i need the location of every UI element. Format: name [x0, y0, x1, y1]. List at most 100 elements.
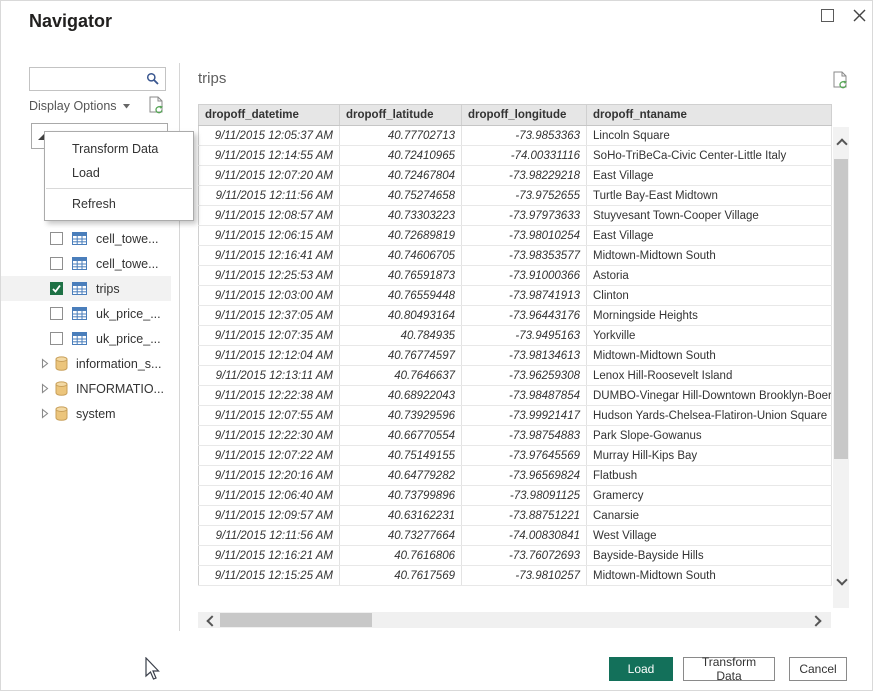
table-icon	[72, 232, 87, 245]
cell-dropoff_datetime: 9/11/2015 12:16:41 AM	[199, 246, 340, 266]
horizontal-scrollbar-thumb[interactable]	[220, 613, 372, 627]
sidebar-item-uk-price-[interactable]: uk_price_...	[1, 326, 171, 351]
cell-dropoff_ntaname: Flatbush	[587, 466, 832, 486]
table-icon	[72, 257, 87, 270]
tree-item-label: cell_towe...	[96, 232, 159, 246]
cell-dropoff_latitude: 40.75149155	[340, 446, 462, 466]
cell-dropoff_latitude: 40.7616806	[340, 546, 462, 566]
sidebar-item-trips[interactable]: trips	[1, 276, 171, 301]
cell-dropoff_longitude: -73.9495163	[462, 326, 587, 346]
preview-table: dropoff_datetimedropoff_latitudedropoff_…	[198, 104, 832, 586]
table-row: 9/11/2015 12:05:37 AM40.77702713-73.9853…	[199, 126, 832, 146]
table-icon	[72, 282, 87, 295]
table-icon-wrap	[72, 232, 87, 245]
table-row: 9/11/2015 12:07:20 AM40.72467804-73.9822…	[199, 166, 832, 186]
checkbox-unchecked[interactable]	[50, 332, 63, 345]
cell-dropoff_ntaname: Park Slope-Gowanus	[587, 426, 832, 446]
close-button[interactable]	[847, 3, 871, 27]
document-refresh-icon	[832, 71, 849, 90]
cell-dropoff_ntaname: Hudson Yards-Chelsea-Flatiron-Union Squa…	[587, 406, 832, 426]
cell-dropoff_longitude: -73.96443176	[462, 306, 587, 326]
cell-dropoff_datetime: 9/11/2015 12:15:25 AM	[199, 566, 340, 586]
transform-data-button[interactable]: Transform Data	[683, 657, 775, 681]
table-row: 9/11/2015 12:07:55 AM40.73929596-73.9992…	[199, 406, 832, 426]
cell-dropoff_latitude: 40.73799896	[340, 486, 462, 506]
cell-dropoff_longitude: -73.9810257	[462, 566, 587, 586]
table-row: 9/11/2015 12:03:00 AM40.76559448-73.9874…	[199, 286, 832, 306]
menu-item-transform-data[interactable]: Transform Data	[45, 137, 193, 161]
refresh-list-button[interactable]	[148, 96, 165, 115]
cell-dropoff_longitude: -73.98353577	[462, 246, 587, 266]
table-row: 9/11/2015 12:09:57 AM40.63162231-73.8875…	[199, 506, 832, 526]
cell-dropoff_latitude: 40.77702713	[340, 126, 462, 146]
cell-dropoff_datetime: 9/11/2015 12:25:53 AM	[199, 266, 340, 286]
expander[interactable]	[41, 408, 49, 419]
cell-dropoff_latitude: 40.80493164	[340, 306, 462, 326]
cell-dropoff_ntaname: Bayside-Bayside Hills	[587, 546, 832, 566]
sidebar-item-information-s-[interactable]: information_s...	[1, 351, 171, 376]
preview-title: trips	[198, 70, 226, 87]
refresh-preview-button[interactable]	[832, 71, 849, 95]
cell-dropoff_ntaname: East Village	[587, 166, 832, 186]
cell-dropoff_longitude: -73.9853363	[462, 126, 587, 146]
cell-dropoff_latitude: 40.73277664	[340, 526, 462, 546]
cell-dropoff_ntaname: East Village	[587, 226, 832, 246]
cell-dropoff_ntaname: Lenox Hill-Roosevelt Island	[587, 366, 832, 386]
cell-dropoff_longitude: -73.98741913	[462, 286, 587, 306]
checkbox-checked[interactable]	[50, 282, 63, 295]
sidebar-item-cell-towe-[interactable]: cell_towe...	[1, 251, 171, 276]
horizontal-scrollbar[interactable]	[198, 612, 831, 628]
database-icon	[55, 406, 68, 421]
search-icon[interactable]	[146, 72, 165, 86]
table-header-row: dropoff_datetimedropoff_latitudedropoff_…	[199, 105, 832, 126]
close-icon	[853, 9, 866, 22]
cell-dropoff_ntaname: Turtle Bay-East Midtown	[587, 186, 832, 206]
sidebar-item-uk-price-[interactable]: uk_price_...	[1, 301, 171, 326]
scroll-left-icon[interactable]	[207, 616, 215, 624]
cell-dropoff_ntaname: Canarsie	[587, 506, 832, 526]
column-header-dropoff_ntaname: dropoff_ntaname	[587, 105, 832, 126]
display-options-label: Display Options	[29, 99, 117, 113]
sidebar-item-informatio-[interactable]: INFORMATIO...	[1, 376, 171, 401]
expander[interactable]	[41, 383, 49, 394]
tree-item-label: uk_price_...	[96, 332, 161, 346]
load-button[interactable]: Load	[609, 657, 673, 681]
tree-item-label: system	[76, 407, 116, 421]
vertical-scrollbar-thumb[interactable]	[834, 159, 848, 459]
display-options-dropdown[interactable]: Display Options	[29, 99, 131, 113]
table-icon-wrap	[72, 257, 87, 270]
chevron-down-icon	[123, 104, 131, 109]
check-icon	[51, 283, 62, 294]
search-input[interactable]	[30, 72, 146, 86]
cell-dropoff_datetime: 9/11/2015 12:20:16 AM	[199, 466, 340, 486]
cell-dropoff_latitude: 40.64779282	[340, 466, 462, 486]
sidebar-item-system[interactable]: system	[1, 401, 171, 426]
cell-dropoff_datetime: 9/11/2015 12:03:00 AM	[199, 286, 340, 306]
column-header-dropoff_datetime: dropoff_datetime	[199, 105, 340, 126]
cell-dropoff_datetime: 9/11/2015 12:37:05 AM	[199, 306, 340, 326]
vertical-scrollbar[interactable]	[833, 127, 849, 608]
cancel-button[interactable]: Cancel	[789, 657, 847, 681]
cell-dropoff_ntaname: Midtown-Midtown South	[587, 346, 832, 366]
sidebar-item-cell-towe-[interactable]: cell_towe...	[1, 226, 171, 251]
cell-dropoff_latitude: 40.75274658	[340, 186, 462, 206]
cell-dropoff_longitude: -73.76072693	[462, 546, 587, 566]
database-icon-wrap	[55, 356, 68, 371]
checkbox-unchecked[interactable]	[50, 257, 63, 270]
scroll-right-icon[interactable]	[811, 616, 819, 624]
menu-item-load[interactable]: Load	[45, 161, 193, 185]
checkbox-unchecked[interactable]	[50, 307, 63, 320]
maximize-button[interactable]	[815, 3, 839, 27]
cell-dropoff_ntaname: Midtown-Midtown South	[587, 566, 832, 586]
scroll-up-icon[interactable]	[837, 139, 845, 147]
scroll-down-icon[interactable]	[837, 575, 845, 583]
tree-item-label: information_s...	[76, 357, 161, 371]
menu-item-refresh[interactable]: Refresh	[45, 192, 193, 216]
cell-dropoff_latitude: 40.66770554	[340, 426, 462, 446]
cell-dropoff_datetime: 9/11/2015 12:11:56 AM	[199, 186, 340, 206]
checkbox-unchecked[interactable]	[50, 232, 63, 245]
cell-dropoff_longitude: -73.9752655	[462, 186, 587, 206]
table-icon-wrap	[72, 282, 87, 295]
expander[interactable]	[41, 358, 49, 369]
table-row: 9/11/2015 12:08:57 AM40.73303223-73.9797…	[199, 206, 832, 226]
